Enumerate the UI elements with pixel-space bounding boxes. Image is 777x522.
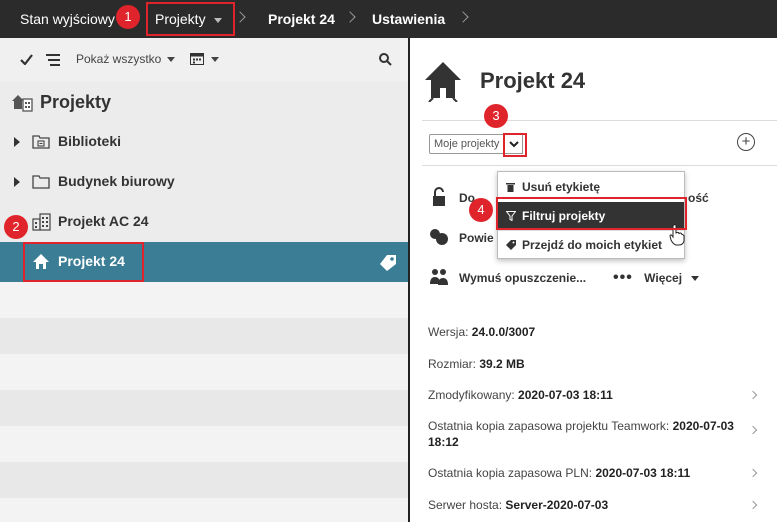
folder-icon — [32, 175, 50, 189]
chevron-down-icon — [691, 276, 700, 282]
menu-item-label: Usuń etykietę — [522, 180, 601, 194]
tree-item-biblioteki[interactable]: Biblioteki — [0, 122, 409, 162]
callout-box-1 — [146, 2, 235, 36]
building-icon — [32, 213, 51, 231]
empty-row — [0, 462, 409, 498]
info-value: 2020-07-03 — [672, 419, 734, 433]
expand-arrow-icon[interactable] — [14, 177, 20, 187]
project-detail-panel: Projekt 24 Moje projekty + Do ość Powie … — [410, 38, 777, 522]
divider — [422, 120, 777, 121]
callout-box-4 — [496, 197, 687, 230]
chevron-down-icon — [167, 57, 176, 63]
calendar-icon — [190, 53, 204, 65]
info-value: Server-2020-07-03 — [505, 498, 609, 512]
add-tag-button[interactable]: + — [737, 133, 755, 151]
empty-row — [0, 318, 409, 354]
info-host-server[interactable]: Serwer hosta: Server-2020-07-03 — [428, 498, 608, 512]
trash-icon — [506, 183, 515, 192]
show-all-label: Pokaż wszystko — [76, 52, 162, 66]
info-size: Rozmiar: 39.2 MB — [428, 357, 525, 371]
more-label: Więcej — [644, 271, 683, 285]
callout-badge-2: 2 — [4, 215, 28, 239]
show-all-filter[interactable]: Pokaż wszystko — [76, 52, 176, 66]
tag-icon[interactable] — [377, 254, 397, 272]
chevron-right-icon[interactable] — [748, 390, 758, 400]
info-teamwork-backup[interactable]: Ostatnia kopia zapasowa projektu Teamwor… — [428, 418, 758, 450]
project-title: Projekt 24 — [480, 68, 586, 93]
access-action-suffix: ość — [688, 191, 709, 205]
checkmark-icon[interactable] — [20, 54, 33, 65]
info-label: Serwer hosta: — [428, 498, 503, 512]
info-value: 39.2 MB — [479, 357, 525, 371]
tree-item-budynek-biurowy[interactable]: Budynek biurowy — [0, 162, 409, 202]
divider — [422, 165, 777, 166]
chevron-right-icon[interactable] — [748, 500, 758, 510]
tree-title: Projekty — [40, 92, 112, 112]
projects-root-icon — [12, 95, 33, 112]
info-label: Rozmiar: — [428, 357, 477, 371]
info-label: Ostatnia kopia zapasowa projektu Teamwor… — [428, 419, 670, 433]
info-value: 24.0.0/3007 — [471, 325, 536, 339]
menu-item-go-to-tags[interactable]: Przejdź do moich etykiet — [498, 231, 684, 259]
more-dots-icon: ••• — [613, 269, 633, 286]
info-value-time: 18:12 — [428, 435, 459, 449]
breadcrumb-separator-icon — [234, 11, 246, 23]
library-folder-icon — [32, 135, 50, 149]
tag-filter-select[interactable]: Moje projekty — [429, 134, 505, 154]
callout-badge-3: 3 — [484, 104, 508, 128]
expand-arrow-icon[interactable] — [14, 137, 20, 147]
info-version: Wersja: 24.0.0/3007 — [428, 325, 535, 339]
info-label: Ostatnia kopia zapasowa PLN: — [428, 466, 593, 480]
chevron-down-icon — [210, 57, 219, 62]
users-icon[interactable] — [429, 267, 451, 287]
power-action[interactable]: Powie — [459, 231, 494, 245]
callout-box-3 — [503, 133, 527, 157]
callout-badge-4: 4 — [469, 198, 493, 222]
info-value: 2020-07-03 18:11 — [518, 388, 613, 402]
house-icon — [425, 62, 461, 102]
breadcrumb-separator-icon — [344, 11, 356, 23]
force-leave-action[interactable]: Wymuś opuszczenie... — [459, 271, 586, 285]
info-pln-backup[interactable]: Ostatnia kopia zapasowa PLN: 2020-07-03 … — [428, 466, 690, 480]
empty-row — [0, 354, 409, 390]
tag-icon — [506, 240, 516, 250]
breadcrumb-project[interactable]: Projekt 24 — [268, 0, 335, 38]
tree-item-label: Projekt AC 24 — [58, 213, 149, 229]
breadcrumb-root[interactable]: Stan wyjściowy — [20, 0, 115, 38]
breadcrumb-settings[interactable]: Ustawienia — [372, 0, 445, 38]
empty-row — [0, 426, 409, 462]
tree-item-label: Biblioteki — [58, 133, 122, 149]
calendar-filter[interactable] — [190, 52, 219, 68]
share-icon[interactable] — [429, 228, 449, 246]
tree-item-label: Budynek biurowy — [58, 173, 175, 189]
more-actions-button[interactable]: ••• Więcej — [613, 269, 700, 286]
tree-item-projekt-ac-24[interactable]: Projekt AC 24 — [0, 202, 409, 242]
list-icon[interactable] — [46, 54, 60, 66]
tree-toolbar: Pokaż wszystko — [0, 38, 409, 82]
search-icon[interactable] — [379, 53, 392, 66]
breadcrumb-separator-icon — [457, 11, 469, 23]
info-modified[interactable]: Zmodyfikowany: 2020-07-03 18:11 — [428, 388, 613, 402]
empty-row — [0, 498, 409, 522]
chevron-right-icon[interactable] — [748, 468, 758, 478]
empty-row — [0, 282, 409, 318]
info-label: Zmodyfikowany: — [428, 388, 515, 402]
info-value: 2020-07-03 18:11 — [595, 466, 691, 480]
callout-box-2 — [23, 242, 144, 282]
empty-row — [0, 390, 409, 426]
callout-badge-1: 1 — [116, 5, 140, 29]
menu-item-label: Przejdź do moich etykiet — [522, 238, 663, 252]
unlock-icon[interactable] — [431, 187, 447, 207]
info-label: Wersja: — [428, 325, 469, 339]
